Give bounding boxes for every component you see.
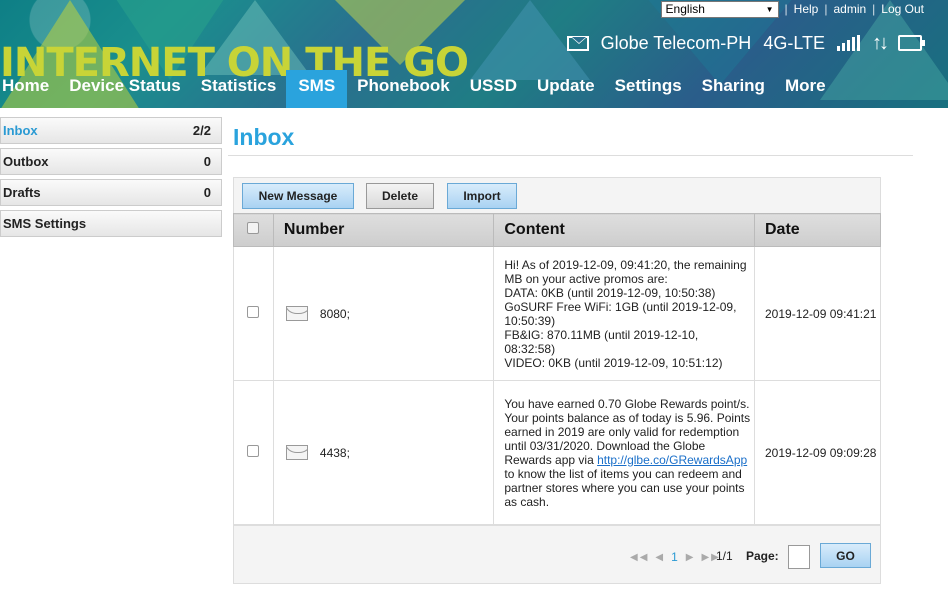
main-nav: Home Device Status Statistics SMS Phoneb… [0, 70, 836, 108]
new-message-button[interactable]: New Message [242, 183, 354, 209]
message-content[interactable]: You have earned 0.70 Globe Rewards point… [493, 380, 755, 525]
sidebar-item-label: Outbox [3, 154, 49, 169]
sidebar-item-count: 2/2 [192, 123, 211, 138]
sidebar-item-count: 0 [203, 185, 211, 200]
row-checkbox[interactable] [247, 306, 260, 318]
select-all-checkbox[interactable] [247, 222, 260, 234]
message-number[interactable]: 4438; [320, 446, 350, 460]
sidebar-item-inbox[interactable]: Inbox 2/2 [0, 117, 222, 144]
envelope-icon[interactable] [566, 35, 589, 51]
messages-table: Number Content Date 8080; Hi! As of 2019… [233, 213, 881, 525]
operator-name: Globe Telecom-PH [600, 32, 752, 53]
select-all-header [233, 213, 274, 247]
tab-settings[interactable]: Settings [605, 70, 692, 108]
message-toolbar: New Message Delete Import [233, 177, 881, 213]
current-page-number[interactable]: 1 [671, 550, 680, 564]
column-header-date[interactable]: Date [754, 213, 881, 247]
message-date: 2019-12-09 09:41:21 [754, 246, 881, 381]
chevron-down-icon: ▼ [765, 4, 774, 14]
language-select[interactable]: English ▼ [660, 0, 779, 18]
tab-sms[interactable]: SMS [286, 70, 348, 108]
go-button[interactable]: GO [820, 543, 871, 568]
tab-statistics[interactable]: Statistics [191, 70, 287, 108]
table-row[interactable]: 4438; You have earned 0.70 Globe Rewards… [233, 380, 881, 525]
message-number[interactable]: 8080; [320, 307, 350, 321]
sidebar-item-label: SMS Settings [3, 216, 87, 231]
help-link[interactable]: Help [794, 2, 819, 16]
sidebar-item-outbox[interactable]: Outbox 0 [0, 148, 222, 175]
logout-link[interactable]: Log Out [881, 2, 924, 16]
sidebar-item-sms-settings[interactable]: SMS Settings [0, 210, 222, 237]
row-checkbox[interactable] [247, 445, 260, 457]
message-content[interactable]: Hi! As of 2019-12-09, 09:41:20, the rema… [493, 246, 755, 381]
tab-more[interactable]: More [775, 70, 836, 108]
mail-icon [285, 445, 308, 460]
mail-icon [285, 306, 308, 321]
updown-arrows-icon: ↑↓ [872, 31, 889, 54]
header-banner: INTERNET ON THE GO English ▼ | Help | ad… [0, 0, 948, 108]
tab-home[interactable]: Home [0, 70, 59, 108]
sms-sidebar: Inbox 2/2 Outbox 0 Drafts 0 SMS Settings [0, 117, 222, 241]
first-page-icon[interactable]: ◀◀ [630, 552, 649, 563]
top-links: English ▼ | Help | admin | Log Out [660, 0, 924, 18]
tab-phonebook[interactable]: Phonebook [347, 70, 460, 108]
column-header-content[interactable]: Content [493, 213, 755, 247]
page-label: Page: [746, 549, 779, 563]
pagination: ◀◀ ◀ 1 ▶ ▶▶ 1/1 Page: GO [233, 525, 881, 584]
status-bar: Globe Telecom-PH 4G-LTE ↑↓ [566, 31, 925, 54]
next-page-icon[interactable]: ▶ [686, 552, 696, 563]
delete-button[interactable]: Delete [366, 183, 434, 209]
wifi-monitor-icon [898, 35, 925, 51]
sidebar-item-label: Inbox [3, 123, 38, 138]
tab-update[interactable]: Update [527, 70, 605, 108]
tab-ussd[interactable]: USSD [460, 70, 527, 108]
table-header-row: Number Content Date [233, 213, 881, 247]
rewards-app-link[interactable]: http://glbe.co/GRewardsApp [597, 453, 747, 467]
tab-device-status[interactable]: Device Status [59, 70, 191, 108]
sidebar-item-count: 0 [203, 154, 211, 169]
user-link[interactable]: admin [833, 2, 866, 16]
table-row[interactable]: 8080; Hi! As of 2019-12-09, 09:41:20, th… [233, 246, 881, 381]
page-input[interactable] [788, 545, 810, 569]
message-date: 2019-12-09 09:09:28 [754, 380, 881, 525]
divider [228, 155, 913, 156]
network-type: 4G-LTE [763, 32, 825, 53]
prev-page-icon[interactable]: ◀ [655, 552, 665, 563]
import-button[interactable]: Import [447, 183, 517, 209]
sidebar-item-drafts[interactable]: Drafts 0 [0, 179, 222, 206]
tab-sharing[interactable]: Sharing [692, 70, 775, 108]
column-header-number[interactable]: Number [272, 213, 495, 247]
signal-icon [837, 35, 860, 51]
page-total: 1/1 [716, 549, 733, 563]
page-title: Inbox [233, 124, 295, 150]
language-value: English [665, 2, 705, 16]
sidebar-item-label: Drafts [3, 185, 41, 200]
